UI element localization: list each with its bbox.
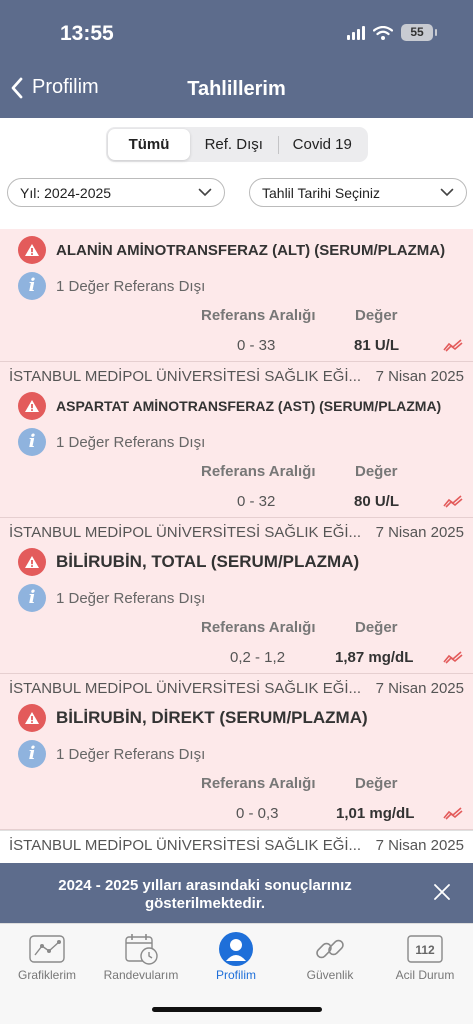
institution-name: İSTANBUL MEDİPOL ÜNİVERSİTESİ SAĞLIK EĞİ… [9,524,362,541]
tab-label: Randevularım [103,968,179,982]
trend-chart-icon[interactable] [443,339,463,352]
test-row: BİLİRUBİN, DİREKT (SERUM/PLAZMA) [18,704,368,732]
tab-label: Grafiklerim [17,968,76,982]
svg-text:112: 112 [415,943,435,957]
info-row: i 1 Değer Referans Dışı [18,584,205,612]
trend-chart-icon[interactable] [443,495,463,508]
emergency-112-icon: 112 [407,935,443,963]
test-name: BİLİRUBİN, TOTAL (SERUM/PLAZMA) [56,552,360,571]
result-date: 7 Nisan 2025 [375,837,464,854]
filter-segmented-control: Tümü Ref. Dışı Covid 19 [106,127,368,162]
institution-name: İSTANBUL MEDİPOL ÜNİVERSİTESİ SAĞLIK EĞİ… [9,837,362,854]
home-indicator[interactable] [152,1007,322,1012]
status-icons: 55 [347,24,437,41]
battery-icon: 55 [401,24,437,41]
test-name: BİLİRUBİN, DİREKT (SERUM/PLAZMA) [56,708,368,727]
value-header: Değer [355,775,398,792]
tab-profilim[interactable]: Profilim [189,930,283,982]
tab-label: Profilim [215,968,256,982]
status-time: 13:55 [60,22,114,45]
result-value: 1,01 mg/dL [336,805,415,822]
date-select[interactable]: Tahlil Tarihi Seçiniz [249,178,467,207]
result-card[interactable]: İSTANBUL MEDİPOL ÜNİVERSİTESİ SAĞLIK EĞİ… [0,518,473,674]
warning-icon [18,392,46,420]
tab-label: Güvenlik [306,968,354,982]
info-text: 1 Değer Referans Dışı [56,277,206,295]
warning-icon [18,704,46,732]
result-date: 7 Nisan 2025 [375,368,464,385]
toast-message: 2024 - 2025 yılları arasındaki sonuçları… [58,877,352,912]
card-meta: İSTANBUL MEDİPOL ÜNİVERSİTESİ SAĞLIK EĞİ… [9,368,464,385]
results-list: ALANİN AMİNOTRANSFERAZ (ALT) (SERUM/PLAZ… [0,229,473,863]
info-row: i 1 Değer Referans Dışı [18,740,205,768]
test-row: ASPARTAT AMİNOTRANSFERAZ (AST) (SERUM/PL… [18,392,441,420]
chevron-down-icon [198,188,212,197]
top-header: 13:55 55 Profilim Tahlillerim [0,0,473,118]
result-value: 80 U/L [354,493,400,510]
info-toast: 2024 - 2025 yılları arasındaki sonuçları… [0,863,473,923]
result-card[interactable]: İSTANBUL MEDİPOL ÜNİVERSİTESİ SAĞLIK EĞİ… [0,362,473,518]
info-row: i 1 Değer Referans Dışı [18,428,205,456]
test-name: ASPARTAT AMİNOTRANSFERAZ (AST) (SERUM/PL… [56,398,442,414]
warning-icon [18,548,46,576]
result-card[interactable]: İSTANBUL MEDİPOL ÜNİVERSİTESİ SAĞLIK EĞİ… [0,830,473,863]
page-title: Tahlillerim [187,78,286,100]
info-icon: i [18,584,46,612]
range-header: Referans Aralığı [201,775,316,792]
range-value: 0 - 32 [237,493,276,510]
result-date: 7 Nisan 2025 [375,680,464,697]
result-value: 81 U/L [354,337,400,354]
info-icon: i [18,740,46,768]
tab-guvenlik[interactable]: Güvenlik [283,930,377,982]
tab-covid[interactable]: Covid 19 [279,129,367,160]
tab-label: Acil Durum [395,968,455,982]
warning-icon [18,236,46,264]
result-card[interactable]: İSTANBUL MEDİPOL ÜNİVERSİTESİ SAĞLIK EĞİ… [0,674,473,830]
cellular-signal-icon [347,25,365,40]
person-icon [219,932,253,966]
info-row: i 1 Değer Referans Dışı [18,272,205,300]
link-icon [316,939,344,959]
result-date: 7 Nisan 2025 [375,524,464,541]
tab-ref-out[interactable]: Ref. Dışı [190,129,278,160]
range-value: 0 - 33 [237,337,276,354]
institution-name: İSTANBUL MEDİPOL ÜNİVERSİTESİ SAĞLIK EĞİ… [9,368,362,385]
test-row: BİLİRUBİN, TOTAL (SERUM/PLAZMA) [18,548,359,576]
date-select-value: Tahlil Tarihi Seçiniz [262,184,381,201]
card-meta: İSTANBUL MEDİPOL ÜNİVERSİTESİ SAĞLIK EĞİ… [9,680,464,697]
chevron-down-icon [440,188,454,197]
info-icon: i [18,428,46,456]
card-meta: İSTANBUL MEDİPOL ÜNİVERSİTESİ SAĞLIK EĞİ… [9,524,464,541]
year-select-value: Yıl: 2024-2025 [20,184,112,201]
card-meta: İSTANBUL MEDİPOL ÜNİVERSİTESİ SAĞLIK EĞİ… [9,837,464,854]
trend-chart-icon[interactable] [443,807,463,820]
institution-name: İSTANBUL MEDİPOL ÜNİVERSİTESİ SAĞLIK EĞİ… [9,680,362,697]
range-value: 0,2 - 1,2 [230,649,286,666]
result-card[interactable]: ALANİN AMİNOTRANSFERAZ (ALT) (SERUM/PLAZ… [0,229,473,362]
tab-acil-durum[interactable]: 112 Acil Durum [378,930,472,982]
value-header: Değer [355,463,398,480]
close-icon[interactable] [433,883,451,901]
result-value: 1,87 mg/dL [335,649,414,666]
range-header: Referans Aralığı [201,463,316,480]
value-header: Değer [355,619,398,636]
tab-randevularim[interactable]: Randevularım [94,930,188,982]
tab-all[interactable]: Tümü [108,129,190,160]
trend-chart-icon[interactable] [443,651,463,664]
range-header: Referans Aralığı [201,619,316,636]
info-icon: i [18,272,46,300]
chart-icon [29,935,65,963]
test-row: ALANİN AMİNOTRANSFERAZ (ALT) (SERUM/PLAZ… [18,236,445,264]
range-value: 0 - 0,3 [236,805,279,822]
wifi-icon [373,25,393,40]
value-header: Değer [355,307,398,324]
range-header: Referans Aralığı [201,307,316,324]
info-text: 1 Değer Referans Dışı [56,745,206,763]
info-text: 1 Değer Referans Dışı [56,433,206,451]
tab-grafiklerim[interactable]: Grafiklerim [0,930,94,982]
test-name: ALANİN AMİNOTRANSFERAZ (ALT) (SERUM/PLAZ… [56,241,446,259]
year-select[interactable]: Yıl: 2024-2025 [7,178,225,207]
info-text: 1 Değer Referans Dışı [56,589,206,607]
calendar-clock-icon [125,934,158,965]
